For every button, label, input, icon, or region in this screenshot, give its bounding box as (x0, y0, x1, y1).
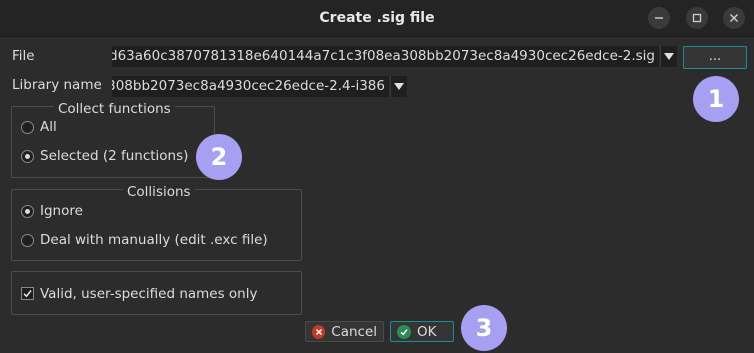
valid-names-checkbox[interactable] (21, 287, 34, 300)
library-label: Library name (12, 77, 102, 93)
maximize-icon (692, 13, 702, 23)
file-dropdown-button[interactable] (660, 46, 677, 67)
annotation-badge-2: 2 (196, 134, 242, 180)
cancel-label: Cancel (331, 323, 377, 340)
file-value: a9bd63a60c3870781318e640144a7c1c3f08ea30… (112, 48, 655, 64)
cancel-button[interactable]: Cancel (305, 321, 384, 342)
window-title: Create .sig file (319, 10, 435, 26)
ok-button[interactable]: OK (390, 321, 454, 342)
minimize-button[interactable] (648, 7, 670, 29)
minimize-icon (655, 17, 663, 19)
title-bar: Create .sig file (0, 0, 754, 37)
chevron-down-icon (394, 83, 404, 90)
annotation-badge-3: 3 (461, 305, 507, 351)
ok-label: OK (417, 323, 437, 340)
annotation-badge-1: 1 (693, 76, 739, 122)
collect-all-radio[interactable] (21, 121, 34, 134)
maximize-button[interactable] (686, 7, 708, 29)
library-combo[interactable]: a308bb2073ec8a4930cec26edce-2.4-i386 (112, 76, 389, 97)
collisions-ignore-label[interactable]: Ignore (40, 203, 83, 219)
valid-names-label[interactable]: Valid, user-specified names only (40, 286, 257, 302)
collect-all-label[interactable]: All (40, 119, 57, 135)
ok-icon (397, 324, 411, 339)
collect-functions-title: Collect functions (54, 101, 175, 117)
collisions-manual-label[interactable]: Deal with manually (edit .exc file) (40, 232, 268, 248)
file-combo[interactable]: a9bd63a60c3870781318e640144a7c1c3f08ea30… (112, 46, 659, 67)
collect-selected-label[interactable]: Selected (2 functions) (40, 148, 188, 164)
browse-button[interactable]: ... (683, 46, 747, 69)
close-icon (730, 14, 738, 22)
file-label: File (12, 48, 35, 64)
cancel-icon (312, 324, 326, 339)
collect-selected-radio[interactable] (21, 150, 34, 163)
chevron-down-icon (664, 53, 674, 60)
collisions-ignore-radio[interactable] (21, 205, 34, 218)
collisions-manual-radio[interactable] (21, 234, 34, 247)
close-button[interactable] (723, 7, 745, 29)
checkmark-icon (23, 290, 32, 298)
library-dropdown-button[interactable] (390, 76, 407, 97)
collisions-title: Collisions (123, 184, 195, 200)
library-value: a308bb2073ec8a4930cec26edce-2.4-i386 (112, 78, 385, 94)
